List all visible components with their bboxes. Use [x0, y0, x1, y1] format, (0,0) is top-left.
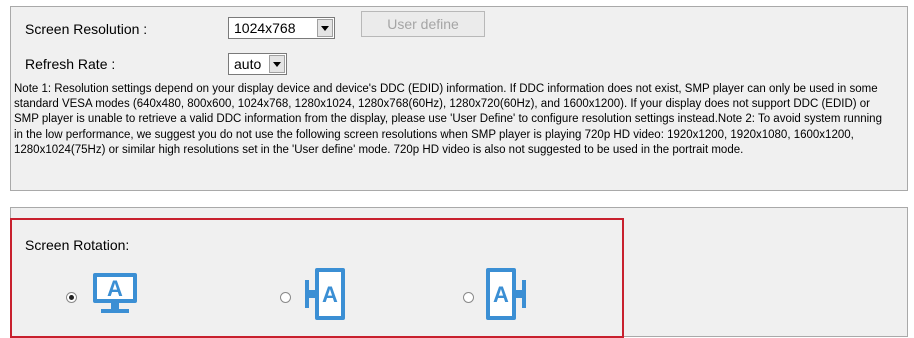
- refresh-rate-select[interactable]: auto: [228, 53, 287, 75]
- chevron-down-icon[interactable]: [317, 19, 333, 37]
- radio-selected-dot: [69, 295, 74, 300]
- resolution-select[interactable]: 1024x768: [228, 17, 335, 39]
- screen-resolution-label: Screen Resolution :: [25, 21, 148, 37]
- portrait-left-monitor-icon: A: [305, 268, 345, 320]
- resolution-selected-value: 1024x768: [234, 20, 296, 36]
- portrait-right-monitor-icon: A: [486, 268, 526, 320]
- svg-text:A: A: [322, 282, 338, 307]
- rotation-radio-portrait-left[interactable]: [280, 292, 291, 303]
- screen-rotation-label: Screen Rotation:: [25, 237, 130, 253]
- refresh-rate-label: Refresh Rate :: [25, 56, 116, 72]
- refresh-rate-selected-value: auto: [234, 56, 262, 72]
- rotation-radio-portrait-right[interactable]: [463, 292, 474, 303]
- user-define-button[interactable]: User define: [361, 11, 485, 37]
- svg-text:A: A: [493, 282, 509, 307]
- rotation-panel: [10, 207, 908, 337]
- svg-text:A: A: [107, 276, 123, 301]
- resolution-note: Note 1: Resolution settings depend on yo…: [14, 83, 882, 156]
- rotation-radio-landscape[interactable]: [66, 292, 77, 303]
- landscape-monitor-icon: A: [93, 273, 137, 313]
- chevron-down-icon[interactable]: [269, 55, 285, 73]
